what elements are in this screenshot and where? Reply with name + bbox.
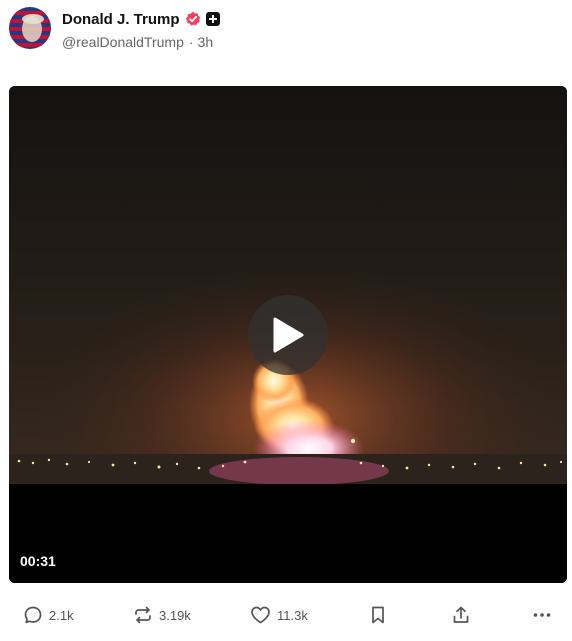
plus-badge-icon: [205, 12, 220, 26]
more-icon: [533, 613, 551, 617]
avatar[interactable]: [9, 7, 51, 49]
action-bar: 2.1k 3.19k 11.3k: [0, 598, 572, 632]
heart-icon: [251, 606, 270, 624]
timestamp[interactable]: 3h: [198, 34, 214, 50]
share-button[interactable]: [451, 598, 471, 632]
bookmark-icon: [372, 606, 384, 624]
repost-button[interactable]: 3.19k: [133, 598, 191, 632]
video-player[interactable]: 00:31: [9, 86, 567, 583]
play-icon: [273, 317, 304, 353]
repost-icon: [135, 606, 151, 624]
user-handle[interactable]: @realDonaldTrump: [62, 34, 184, 50]
play-button[interactable]: [248, 295, 328, 375]
reply-button[interactable]: 2.1k: [23, 598, 74, 632]
bookmark-button[interactable]: [369, 598, 387, 632]
post: Donald J. Trump @realDonaldTrump · 3h 00…: [0, 0, 572, 641]
repost-count: 3.19k: [159, 607, 191, 623]
verified-badge-icon: [185, 11, 201, 27]
like-button[interactable]: 11.3k: [250, 598, 308, 632]
display-name[interactable]: Donald J. Trump: [62, 11, 180, 28]
more-button[interactable]: [532, 598, 552, 632]
reply-count: 2.1k: [49, 607, 74, 623]
share-icon: [453, 606, 469, 623]
post-header: Donald J. Trump @realDonaldTrump · 3h: [0, 0, 572, 60]
like-count: 11.3k: [277, 607, 308, 623]
reply-icon: [24, 606, 42, 624]
separator-dot: ·: [188, 34, 194, 50]
video-duration: 00:31: [20, 553, 56, 569]
